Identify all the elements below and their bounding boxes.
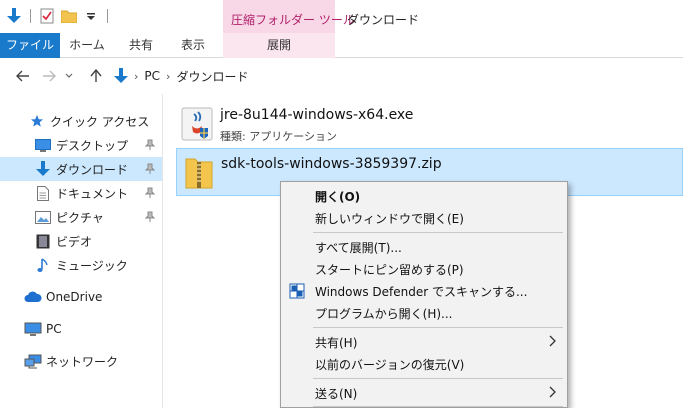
- nav-item-label: ビデオ: [56, 234, 93, 249]
- file-type: 種類: アプリケーション: [220, 130, 337, 143]
- pictures-icon: [34, 208, 52, 226]
- tab-file[interactable]: ファイル: [0, 33, 60, 58]
- menu-item-open-new-window[interactable]: 新しいウィンドウで開く(E): [283, 207, 565, 229]
- nav-item-videos[interactable]: ビデオ: [0, 229, 162, 253]
- nav-item-label: デスクトップ: [56, 138, 129, 153]
- menu-item-label: スタートにピン留めする(P): [315, 262, 464, 277]
- pin-icon[interactable]: [144, 162, 156, 176]
- quick-access-toolbar: [6, 8, 110, 24]
- nav-item-label: クイック アクセス: [50, 114, 150, 129]
- down-arrow-icon[interactable]: [6, 8, 22, 24]
- nav-item-desktop[interactable]: デスクトップ: [0, 133, 162, 157]
- download-icon: [34, 160, 52, 178]
- title-bar: 圧縮フォルダー ツール ダウンロード: [0, 0, 683, 33]
- pin-icon[interactable]: [144, 210, 156, 224]
- menu-separator: [313, 232, 563, 233]
- menu-item-open-with[interactable]: プログラムから開く(H)...: [283, 302, 565, 324]
- address-bar[interactable]: › PC › ダウンロード: [110, 64, 683, 88]
- menu-item-restore-previous-versions[interactable]: 以前のバージョンの復元(V): [283, 353, 565, 375]
- navigation-pane: クイック アクセス デスクトップ ダウンロード ドキュメント ピクチャ ビデオ …: [0, 94, 163, 408]
- breadcrumb-pc[interactable]: PC: [144, 69, 160, 83]
- menu-item-label: プログラムから開く(H)...: [315, 306, 453, 321]
- customize-toolbar-icon[interactable]: [83, 8, 99, 24]
- menu-item-label: 以前のバージョンの復元(V): [315, 357, 465, 372]
- tab-extract[interactable]: 展開: [223, 33, 335, 58]
- network-icon: [24, 352, 42, 370]
- forward-icon[interactable]: [40, 68, 58, 84]
- menu-item-defender-scan[interactable]: Windows Defender でスキャンする...: [283, 280, 565, 302]
- menu-item-label: 新しいウィンドウで開く(E): [315, 211, 464, 226]
- file-name: jre-8u144-windows-x64.exe: [220, 107, 414, 123]
- star-icon: [28, 112, 46, 130]
- breadcrumb-separator-icon: ›: [134, 69, 139, 83]
- toolbar-divider: [30, 9, 31, 23]
- nav-item-pc[interactable]: PC: [0, 317, 162, 341]
- menu-item-open[interactable]: 開く(O): [283, 185, 565, 207]
- menu-item-label: 送る(N): [315, 386, 358, 401]
- recent-locations-icon[interactable]: [64, 68, 74, 84]
- download-location-icon: [114, 68, 128, 84]
- cloud-icon: [24, 288, 42, 306]
- context-menu: 開く(O) 新しいウィンドウで開く(E) すべて展開(T)... スタートにピン…: [280, 181, 568, 408]
- nav-item-music[interactable]: ミュージック: [0, 253, 162, 277]
- toolbar-divider: [107, 9, 108, 23]
- menu-separator: [313, 327, 563, 328]
- address-row: › PC › ダウンロード: [0, 59, 683, 93]
- nav-item-pictures[interactable]: ピクチャ: [0, 205, 162, 229]
- menu-item-pin-to-start[interactable]: スタートにピン留めする(P): [283, 258, 565, 280]
- back-icon[interactable]: [14, 68, 32, 84]
- pin-icon[interactable]: [144, 186, 156, 200]
- nav-item-label: ネットワーク: [46, 354, 119, 369]
- submenu-arrow-icon: [549, 335, 557, 350]
- video-icon: [34, 232, 52, 250]
- nav-item-onedrive[interactable]: OneDrive: [0, 285, 162, 309]
- submenu-arrow-icon: [549, 386, 557, 401]
- nav-item-label: ピクチャ: [56, 210, 104, 225]
- properties-icon[interactable]: [39, 8, 55, 24]
- nav-item-label: ダウンロード: [56, 162, 129, 177]
- nav-item-downloads[interactable]: ダウンロード: [0, 157, 162, 181]
- menu-item-label: すべて展開(T)...: [315, 240, 402, 255]
- breadcrumb-downloads[interactable]: ダウンロード: [176, 68, 248, 85]
- java-installer-icon: [180, 106, 216, 142]
- music-icon: [34, 256, 52, 274]
- menu-item-send-to[interactable]: 送る(N): [283, 382, 565, 404]
- menu-item-label: 開く(O): [315, 189, 361, 204]
- nav-item-documents[interactable]: ドキュメント: [0, 181, 162, 205]
- menu-separator: [313, 378, 563, 379]
- tab-share[interactable]: 共有: [118, 33, 164, 58]
- up-icon[interactable]: [87, 68, 105, 84]
- document-icon: [34, 184, 52, 202]
- new-folder-icon[interactable]: [61, 8, 77, 24]
- nav-item-quick-access[interactable]: クイック アクセス: [0, 109, 162, 133]
- nav-item-label: ドキュメント: [56, 186, 129, 201]
- defender-shield-icon: [288, 282, 306, 300]
- contextual-tab-group: 圧縮フォルダー ツール: [223, 0, 355, 33]
- window-title: ダウンロード: [347, 13, 420, 27]
- menu-item-label: 共有(H): [315, 335, 358, 350]
- tab-view[interactable]: 表示: [170, 33, 216, 58]
- contextual-tab-group-label: 圧縮フォルダー ツール: [231, 13, 355, 27]
- file-name: sdk-tools-windows-3859397.zip: [221, 156, 442, 172]
- nav-item-label: ミュージック: [56, 258, 128, 273]
- ribbon-tabs: ファイル ホーム 共有 表示 展開: [0, 33, 683, 58]
- pin-icon[interactable]: [144, 138, 156, 152]
- nav-item-label: PC: [46, 322, 62, 336]
- nav-item-label: OneDrive: [46, 290, 103, 304]
- menu-item-label: Windows Defender でスキャンする...: [315, 284, 528, 299]
- desktop-icon: [34, 136, 52, 154]
- zip-folder-icon: [181, 155, 217, 191]
- breadcrumb-separator-icon: ›: [166, 69, 171, 83]
- menu-separator: [313, 406, 563, 407]
- tab-home[interactable]: ホーム: [64, 33, 110, 58]
- menu-item-share[interactable]: 共有(H): [283, 331, 565, 353]
- nav-item-network[interactable]: ネットワーク: [0, 349, 162, 373]
- file-item[interactable]: jre-8u144-windows-x64.exe 種類: アプリケーション: [176, 100, 683, 148]
- menu-item-extract-all[interactable]: すべて展開(T)...: [283, 236, 565, 258]
- computer-icon: [24, 320, 42, 338]
